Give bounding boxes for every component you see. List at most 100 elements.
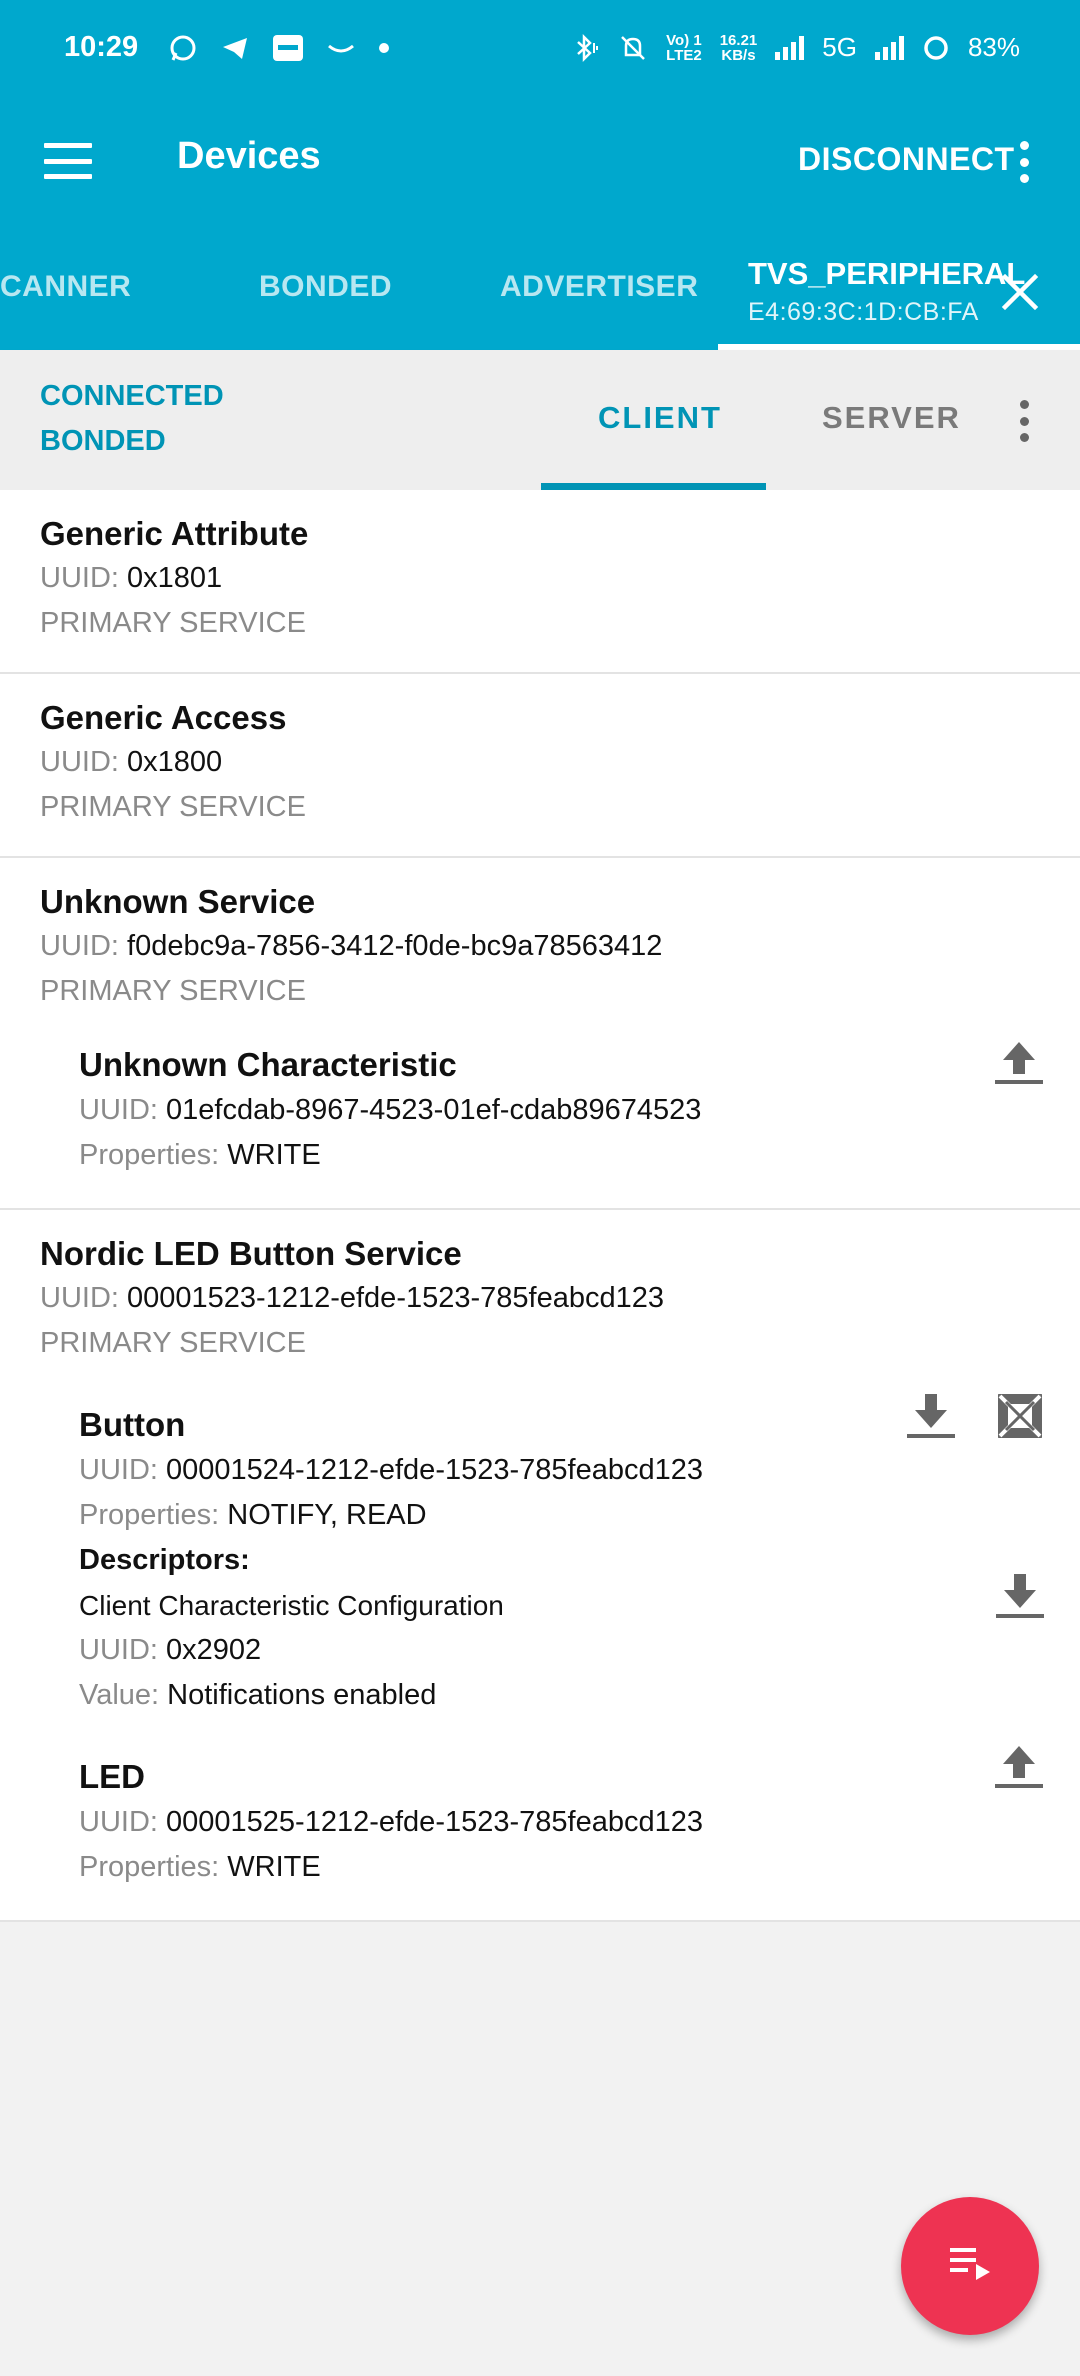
tab-server[interactable]: SERVER <box>822 400 961 436</box>
connection-more-icon[interactable] <box>1016 400 1032 442</box>
service-type: PRIMARY SERVICE <box>40 975 306 1007</box>
device-name: TVS_PERIPHERAL <box>748 256 1026 291</box>
services-list: Generic Attribute UUID: 0x1801 PRIMARY S… <box>0 490 1080 1922</box>
status-time: 10:29 <box>64 31 139 63</box>
properties-label: Properties: <box>79 1499 220 1531</box>
download-icon[interactable] <box>903 1388 959 1444</box>
service-name: Nordic LED Button Service <box>40 1235 462 1272</box>
notification-dot-icon <box>378 42 390 54</box>
bond-status: BONDED <box>40 425 166 457</box>
uuid-label: UUID: <box>40 746 119 778</box>
service-uuid-line: UUID: f0debc9a-7856-3412-f0de-bc9a785634… <box>40 924 1040 969</box>
characteristic-properties: NOTIFY, READ <box>227 1499 427 1531</box>
service-uuid-line: UUID: 0x1800 <box>40 740 1040 785</box>
characteristic-properties: WRITE <box>227 1139 321 1171</box>
paytm-icon <box>272 34 304 62</box>
service-name: Unknown Service <box>40 883 316 920</box>
volte-line2: LTE2 <box>666 46 702 64</box>
amazon-icon <box>326 38 356 58</box>
connection-tabs: CONNECTED BONDED CLIENT SERVER <box>0 350 1080 490</box>
characteristic-properties-line: Properties: WRITE <box>79 1133 1040 1178</box>
signal-icon <box>775 35 805 60</box>
uuid-label: UUID: <box>79 1094 158 1126</box>
characteristic-item[interactable]: Button UUID: 00001524-1212-efde-1523-785… <box>0 1392 1080 1718</box>
descriptor-uuid-line: UUID: 0x2902 <box>79 1628 1040 1673</box>
tab-advertiser[interactable]: ADVERTISER <box>500 270 698 304</box>
value-label: Value: <box>79 1679 160 1711</box>
battery-percent: 83% <box>967 32 1020 62</box>
client-tab-indicator <box>541 483 766 490</box>
service-item[interactable]: Nordic LED Button Service UUID: 00001523… <box>0 1210 1080 1922</box>
log-fab-button[interactable] <box>901 2197 1039 2335</box>
service-uuid: 00001523-1212-efde-1523-785feabcd123 <box>127 1282 664 1314</box>
characteristic-properties: WRITE <box>227 1851 321 1883</box>
service-uuid: f0debc9a-7856-3412-f0de-bc9a78563412 <box>127 930 663 962</box>
service-uuid-line: UUID: 0x1801 <box>40 556 1040 601</box>
descriptor-value-line: Value: Notifications enabled <box>79 1673 1040 1718</box>
page-title: Devices <box>177 135 321 177</box>
device-mac-address: E4:69:3C:1D:CB:FA <box>748 298 979 326</box>
app-header: 10:29 Vo) 1 LTE2 16.21 KB/s 5G 83% Devic… <box>0 0 1080 350</box>
properties-label: Properties: <box>79 1851 220 1883</box>
uuid-label: UUID: <box>40 1282 119 1314</box>
log-list-icon <box>946 2242 994 2291</box>
notifications-off-icon[interactable] <box>992 1388 1048 1444</box>
descriptor-uuid: 0x2902 <box>166 1634 262 1666</box>
characteristic-uuid: 00001524-1212-efde-1523-785feabcd123 <box>166 1454 703 1486</box>
characteristic-properties-line: Properties: WRITE <box>79 1845 1040 1890</box>
tab-scanner[interactable]: CANNER <box>0 270 131 304</box>
characteristic-uuid-line: UUID: 00001525-1212-efde-1523-785feabcd1… <box>79 1800 1040 1845</box>
service-type: PRIMARY SERVICE <box>40 1327 306 1359</box>
characteristic-uuid-line: UUID: 01efcdab-8967-4523-01ef-cdab896745… <box>79 1088 1040 1133</box>
signal-icon-2 <box>874 35 904 60</box>
tab-bonded[interactable]: BONDED <box>259 270 392 304</box>
telegram-icon <box>220 33 250 63</box>
service-type: PRIMARY SERVICE <box>40 607 306 639</box>
upload-icon[interactable] <box>991 1034 1047 1090</box>
characteristic-uuid-line: UUID: 00001524-1212-efde-1523-785feabcd1… <box>79 1448 1040 1493</box>
uuid-label: UUID: <box>40 562 119 594</box>
service-item[interactable]: Generic Attribute UUID: 0x1801 PRIMARY S… <box>0 490 1080 674</box>
descriptor-name: Client Characteristic Configuration <box>79 1590 504 1621</box>
disconnect-button[interactable]: DISCONNECT <box>798 141 1015 178</box>
bluetooth-vibrate-icon <box>570 33 600 63</box>
network-speed: 16.21 KB/s <box>720 33 758 63</box>
uuid-label: UUID: <box>40 930 119 962</box>
uuid-label: UUID: <box>79 1454 158 1486</box>
characteristic-properties-line: Properties: NOTIFY, READ <box>79 1493 1040 1538</box>
service-uuid: 0x1800 <box>127 746 223 778</box>
uuid-label: UUID: <box>79 1806 158 1838</box>
service-type: PRIMARY SERVICE <box>40 791 306 823</box>
service-uuid-line: UUID: 00001523-1212-efde-1523-785feabcd1… <box>40 1276 1040 1321</box>
speed-unit: KB/s <box>721 46 756 64</box>
volte-indicator: Vo) 1 LTE2 <box>666 33 702 63</box>
battery-icon <box>922 34 950 62</box>
characteristic-name: Unknown Characteristic <box>79 1046 457 1083</box>
descriptor-value: Notifications enabled <box>167 1679 437 1711</box>
toolbar: Devices DISCONNECT <box>0 95 1080 230</box>
whatsapp-icon <box>168 33 198 63</box>
service-item[interactable]: Generic Access UUID: 0x1800 PRIMARY SERV… <box>0 674 1080 858</box>
properties-label: Properties: <box>79 1139 220 1171</box>
characteristic-uuid: 01efcdab-8967-4523-01ef-cdab89674523 <box>166 1094 702 1126</box>
menu-icon[interactable] <box>44 143 92 179</box>
characteristic-name: LED <box>79 1758 145 1795</box>
device-tabs: CANNER BONDED ADVERTISER TVS_PERIPHERAL … <box>0 230 1080 350</box>
more-options-icon[interactable] <box>1016 141 1032 183</box>
service-uuid: 0x1801 <box>127 562 223 594</box>
tab-client[interactable]: CLIENT <box>598 400 722 436</box>
connection-status: CONNECTED <box>40 380 224 412</box>
characteristic-uuid: 00001525-1212-efde-1523-785feabcd123 <box>166 1806 703 1838</box>
service-item[interactable]: Unknown Service UUID: f0debc9a-7856-3412… <box>0 858 1080 1210</box>
close-device-tab-icon[interactable] <box>1000 272 1040 312</box>
service-name: Generic Access <box>40 699 287 736</box>
uuid-label: UUID: <box>79 1634 158 1666</box>
characteristic-name: Button <box>79 1406 186 1443</box>
service-name: Generic Attribute <box>40 515 309 552</box>
characteristic-item[interactable]: LED UUID: 00001525-1212-efde-1523-785fea… <box>0 1744 1080 1890</box>
descriptors-heading: Descriptors: <box>79 1544 250 1576</box>
characteristic-item[interactable]: Unknown Characteristic UUID: 01efcdab-89… <box>0 1032 1080 1178</box>
network-type: 5G <box>822 32 857 62</box>
upload-icon[interactable] <box>991 1738 1047 1794</box>
descriptor-download-icon[interactable] <box>992 1568 1048 1624</box>
